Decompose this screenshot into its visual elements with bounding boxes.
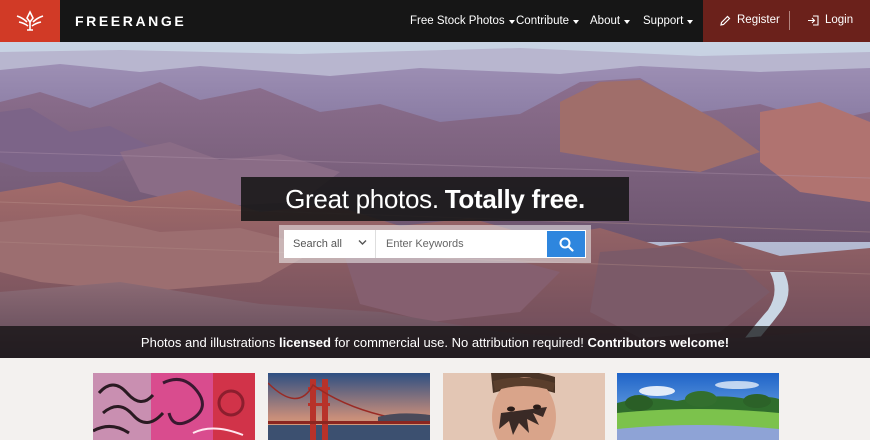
headline-regular: Great photos. [285,183,439,214]
headline-bold: Totally free. [444,183,585,214]
pencil-icon [720,15,731,26]
nav-item-support[interactable]: Support [643,15,694,27]
nav-item-label: Contribute [516,15,570,27]
category-select-value: Search all [293,238,342,250]
nav-item-free-stock-photos[interactable]: Free Stock Photos [410,15,515,27]
tagline-licensed: licensed [278,334,331,350]
tagline-text: for commercial use. No attribution requi… [330,334,588,350]
chevron-down-icon [573,19,580,24]
auth-area: Register Login [703,0,870,42]
nav-item-about[interactable]: About [590,15,631,27]
chevron-down-icon [508,19,515,24]
register-button[interactable]: Register [720,14,780,26]
meadow-image [617,373,779,440]
logo[interactable] [0,0,60,42]
divider [789,11,790,30]
nav-item-contribute[interactable]: Contribute [516,15,580,27]
brand-name[interactable]: FREERANGE [75,13,186,29]
search-button[interactable] [547,231,585,257]
graffiti-image [93,373,255,440]
chevron-down-icon [687,19,694,24]
bridge-image [268,373,430,440]
hero-headline: Great photos. Totally free. [241,177,629,221]
login-button[interactable]: Login [807,14,853,26]
tagline-text: Photos and illustrations [140,334,279,350]
thumbnail-green-meadow[interactable] [617,373,779,440]
thumbnail-golden-gate-bridge[interactable] [268,373,430,440]
nav-item-label: About [590,15,621,27]
search-bar: Search all [279,225,591,263]
category-select[interactable]: Search all [284,230,376,258]
search-icon [559,237,574,252]
chevron-down-icon [358,240,367,245]
portrait-image [443,373,605,440]
chevron-down-icon [624,19,631,24]
tagline-contributors: Contributors welcome! [587,334,730,350]
login-icon [808,14,819,26]
register-label: Register [737,14,780,26]
thumbnail-pink-graffiti[interactable] [93,373,255,440]
top-nav: FREERANGE Free Stock Photos Contribute A… [0,0,870,42]
search-box: Search all [284,230,586,258]
nav-item-label: Support [643,15,684,27]
login-label: Login [825,14,854,26]
hero-tagline: Photos and illustrations licensed for co… [0,326,870,358]
bird-emblem-icon [16,10,44,31]
nav-item-label: Free Stock Photos [410,15,505,27]
hero-banner: Great photos. Totally free. Search all P… [0,42,870,358]
keyword-input[interactable] [381,230,546,258]
thumbnail-face-paint-portrait[interactable] [443,373,605,440]
